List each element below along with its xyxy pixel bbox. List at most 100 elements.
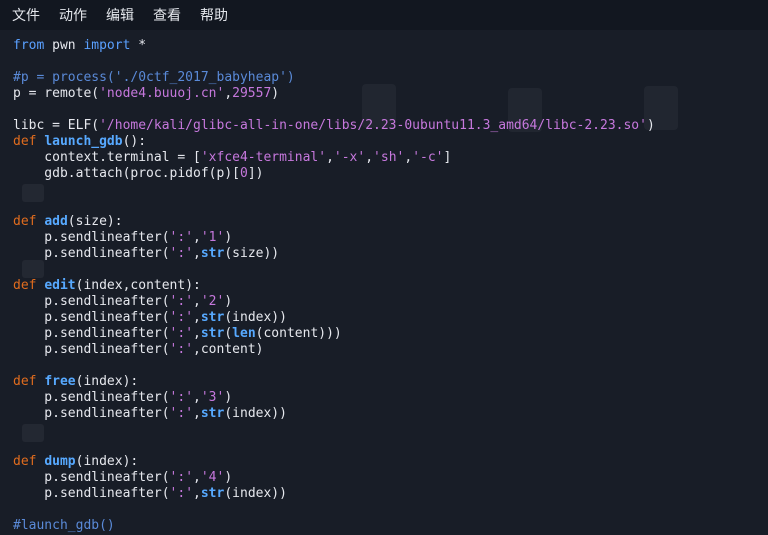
code-token-num: 29557 bbox=[232, 86, 272, 101]
code-line: p.sendlineafter(':','4') bbox=[13, 470, 655, 486]
code-token-fn: edit bbox=[44, 278, 76, 293]
code-token-plain: context.terminal = [ bbox=[13, 150, 201, 165]
code-line: p = remote('node4.buuoj.cn',29557) bbox=[13, 86, 655, 102]
code-token-plain: , bbox=[365, 150, 374, 165]
code-token-plain: p.sendlineafter( bbox=[13, 310, 170, 325]
code-token-plain: ]) bbox=[247, 166, 264, 181]
code-line: #launch_gdb() bbox=[13, 518, 655, 534]
code-token-plain: ) bbox=[271, 86, 280, 101]
code-token-comment: #p = process('./0ctf_2017_babyheap') bbox=[13, 70, 295, 85]
code-token-plain: , bbox=[326, 150, 334, 165]
code-token-str: ':' bbox=[169, 406, 194, 421]
code-line: def dump(index): bbox=[13, 454, 655, 470]
menu-bar: 文件 动作 编辑 查看 帮助 bbox=[0, 0, 768, 30]
code-token-builtin: str bbox=[200, 246, 225, 261]
code-token-def: def bbox=[13, 374, 37, 389]
code-token-str: 'xfce4-terminal' bbox=[200, 150, 327, 165]
code-line: p.sendlineafter(':',str(index)) bbox=[13, 310, 655, 326]
code-token-def: def bbox=[13, 278, 37, 293]
code-token-plain: * bbox=[130, 38, 147, 53]
code-token-plain: (index,content): bbox=[75, 278, 201, 293]
code-token-plain: , bbox=[193, 294, 201, 309]
code-token-num: 0 bbox=[239, 166, 248, 181]
code-token-plain: , bbox=[404, 150, 413, 165]
code-token-fn: free bbox=[44, 374, 76, 389]
menu-view[interactable]: 查看 bbox=[151, 3, 183, 27]
code-token-str: ':' bbox=[169, 486, 194, 501]
code-token-def: def bbox=[13, 454, 37, 469]
code-token-plain: p.sendlineafter( bbox=[13, 230, 170, 245]
code-line: def add(size): bbox=[13, 214, 655, 230]
code-token-plain: p.sendlineafter( bbox=[13, 294, 170, 309]
code-token-plain: p.sendlineafter( bbox=[13, 342, 170, 357]
code-line: p.sendlineafter(':',str(len(content))) bbox=[13, 326, 655, 342]
code-token-fn: dump bbox=[44, 454, 76, 469]
code-token-plain: (index)) bbox=[224, 406, 287, 421]
code-token-str: ':' bbox=[169, 470, 194, 485]
code-line: def free(index): bbox=[13, 374, 655, 390]
code-token-plain: (content))) bbox=[255, 326, 342, 341]
code-token-plain: p.sendlineafter( bbox=[13, 390, 170, 405]
code-token-plain: , bbox=[193, 406, 201, 421]
menu-actions[interactable]: 动作 bbox=[57, 3, 89, 27]
code-token-str: ':' bbox=[169, 230, 194, 245]
code-token-plain: , bbox=[193, 326, 201, 341]
code-token-plain: , bbox=[224, 86, 233, 101]
code-line: p.sendlineafter(':','2') bbox=[13, 294, 655, 310]
code-token-builtin: str bbox=[200, 406, 225, 421]
code-token-plain: , bbox=[193, 470, 201, 485]
code-token-plain: (index)) bbox=[224, 310, 287, 325]
code-token-plain: p = remote( bbox=[13, 86, 100, 101]
code-token-plain: ( bbox=[224, 326, 233, 341]
code-token-str: ':' bbox=[169, 310, 194, 325]
code-token-str: ':' bbox=[169, 246, 194, 261]
code-line: def edit(index,content): bbox=[13, 278, 655, 294]
code-token-str: '4' bbox=[200, 470, 225, 485]
code-editor[interactable]: from pwn import * #p = process('./0ctf_2… bbox=[13, 38, 655, 534]
code-token-plain: , bbox=[193, 486, 201, 501]
code-token-plain: p.sendlineafter( bbox=[13, 326, 170, 341]
code-line: p.sendlineafter(':',str(index)) bbox=[13, 406, 655, 422]
code-token-plain: , bbox=[193, 246, 201, 261]
terminal-window[interactable]: 文件 动作 编辑 查看 帮助 from pwn import * #p = pr… bbox=[0, 0, 768, 535]
code-token-fn: add bbox=[44, 214, 68, 229]
code-token-str: 'sh' bbox=[373, 150, 405, 165]
code-token-plain: , bbox=[193, 230, 201, 245]
code-token-plain: ) bbox=[224, 230, 233, 245]
code-line: #p = process('./0ctf_2017_babyheap') bbox=[13, 70, 655, 86]
code-token-builtin: str bbox=[200, 486, 225, 501]
code-line: p.sendlineafter(':',str(size)) bbox=[13, 246, 655, 262]
code-token-fn: launch_gdb bbox=[44, 134, 123, 149]
code-token-plain: ] bbox=[443, 150, 452, 165]
code-line: gdb.attach(proc.pidof(p)[0]) bbox=[13, 166, 655, 182]
code-token-builtin: str bbox=[200, 310, 225, 325]
code-token-plain: (index): bbox=[75, 374, 139, 389]
code-token-str: '-x' bbox=[333, 150, 366, 165]
code-token-plain: p.sendlineafter( bbox=[13, 406, 170, 421]
code-token-plain: (size)) bbox=[224, 246, 280, 261]
code-token-plain: libc = ELF( bbox=[13, 118, 100, 133]
code-line: p.sendlineafter(':',str(index)) bbox=[13, 486, 655, 502]
menu-help[interactable]: 帮助 bbox=[198, 3, 230, 27]
code-line: def launch_gdb(): bbox=[13, 134, 655, 150]
menu-edit[interactable]: 编辑 bbox=[104, 3, 136, 27]
code-token-str: '1' bbox=[200, 230, 225, 245]
code-token-str: ':' bbox=[169, 326, 194, 341]
code-token-plain: ) bbox=[224, 390, 233, 405]
code-token-plain: , bbox=[193, 310, 201, 325]
code-token-kw: import bbox=[83, 38, 131, 53]
menu-file[interactable]: 文件 bbox=[10, 3, 42, 27]
code-token-def: def bbox=[13, 214, 37, 229]
code-token-str: ':' bbox=[169, 342, 194, 357]
code-token-str: ':' bbox=[169, 294, 194, 309]
code-token-plain: pwn bbox=[44, 38, 84, 53]
code-token-plain: p.sendlineafter( bbox=[13, 470, 170, 485]
code-token-plain: (index): bbox=[75, 454, 139, 469]
